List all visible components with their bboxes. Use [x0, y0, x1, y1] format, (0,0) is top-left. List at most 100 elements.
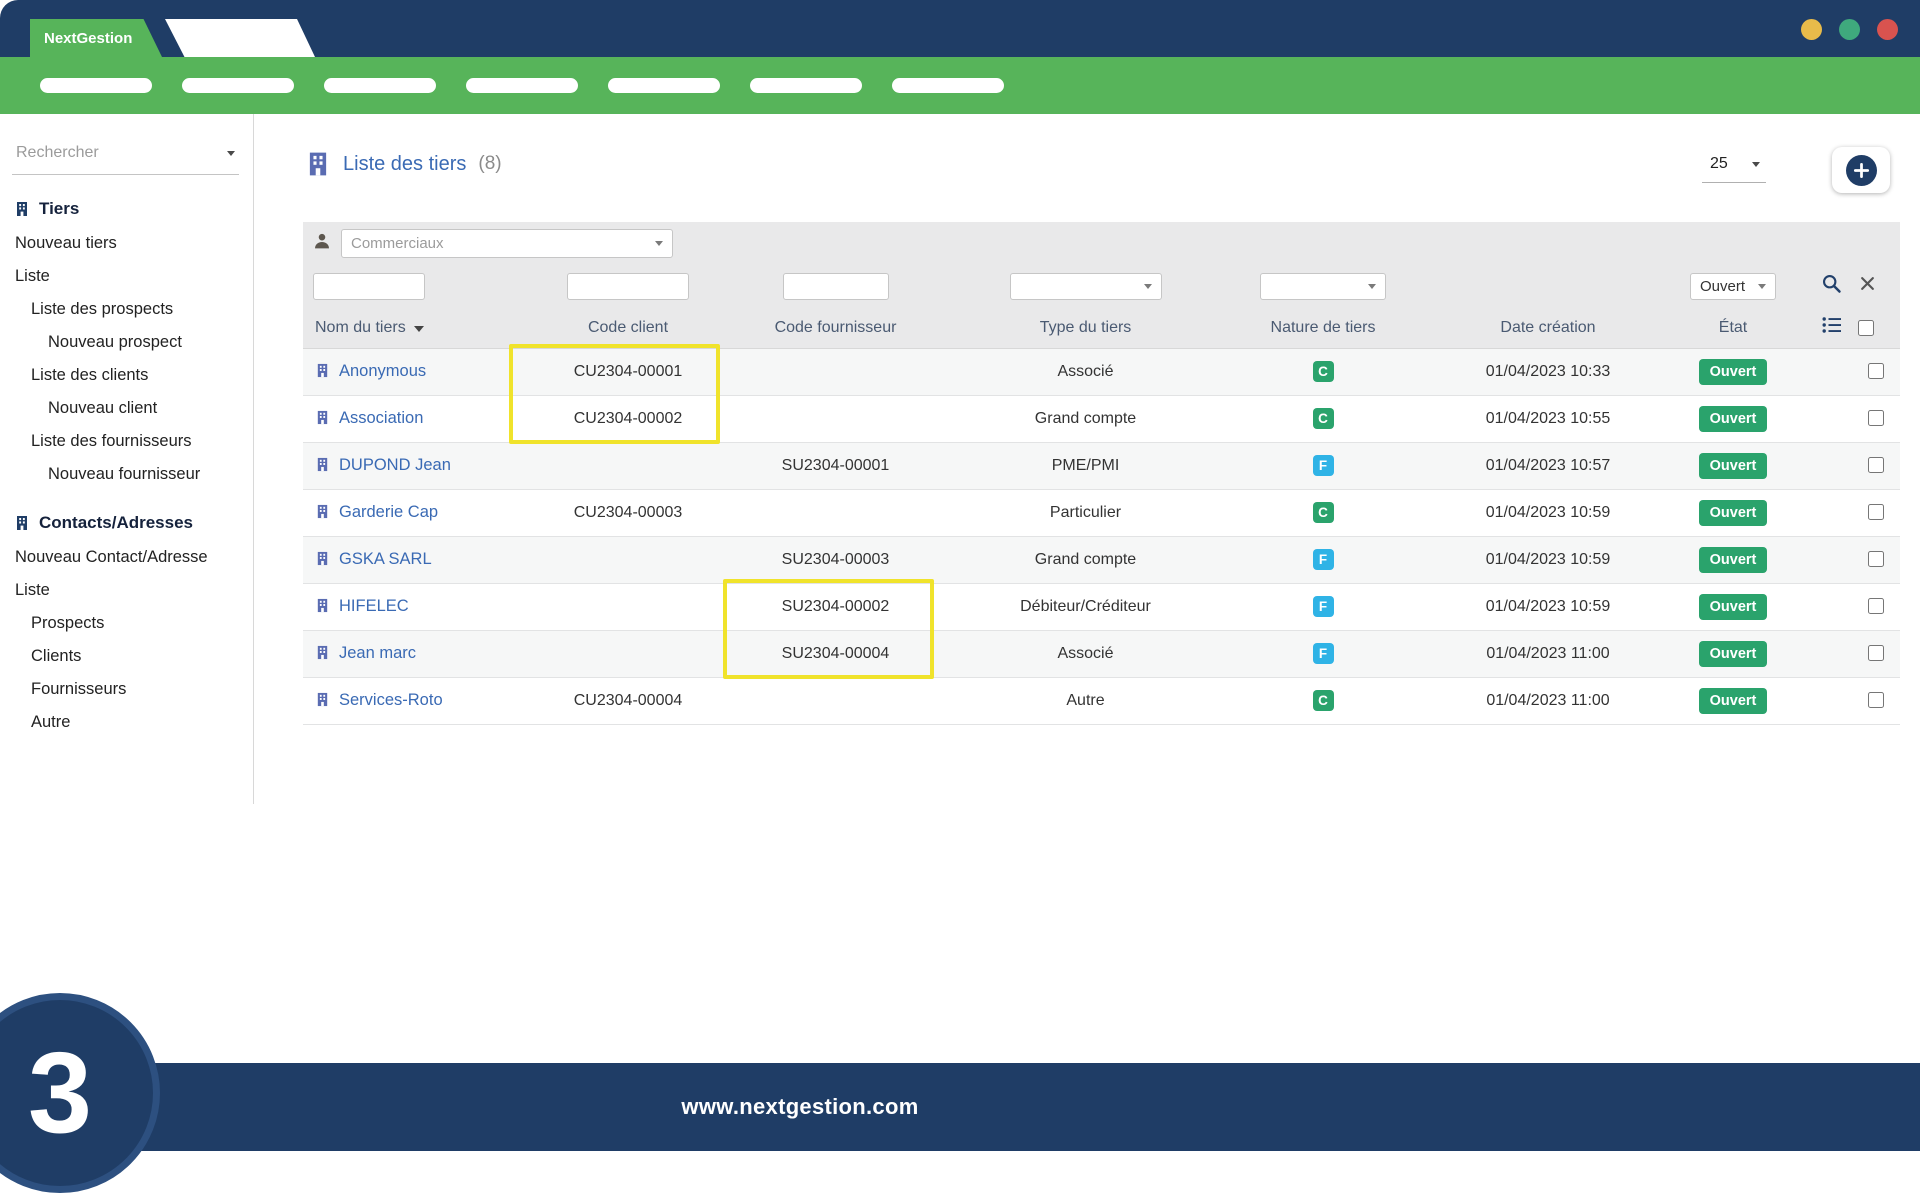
plus-icon [1845, 154, 1877, 186]
etat-badge: Ouvert [1698, 593, 1768, 620]
footer-url: www.nextgestion.com [681, 1094, 919, 1119]
col-header-date[interactable]: Date création [1428, 308, 1668, 349]
sidebar-item-liste-des-prospects[interactable]: Liste des prospects [0, 293, 253, 326]
col-header-nature[interactable]: Nature de tiers [1218, 308, 1428, 349]
sidebar-item-liste[interactable]: Liste [0, 260, 253, 293]
filter-nature-select[interactable] [1260, 272, 1386, 300]
sidebar-item-nouveau-client[interactable]: Nouveau client [0, 392, 253, 425]
sidebar-item-nouveau-contact-adresse[interactable]: Nouveau Contact/Adresse [0, 541, 253, 574]
etat-badge: Ouvert [1698, 687, 1768, 714]
search-icon[interactable] [1821, 273, 1842, 299]
tiers-name-link[interactable]: HIFELEC [339, 597, 409, 615]
commerciaux-select[interactable]: Commerciaux [341, 228, 673, 258]
col-label: Type du tiers [1039, 318, 1132, 336]
window-dot-green[interactable] [1839, 19, 1860, 40]
page-size-value: 25 [1710, 155, 1728, 172]
col-header-etat[interactable]: État [1668, 308, 1798, 349]
tiers-name-link[interactable]: Anonymous [339, 362, 426, 380]
clear-filters-icon[interactable] [1860, 276, 1875, 296]
page-title: Liste des tiers (8) [305, 151, 502, 177]
nav-pill[interactable] [750, 78, 862, 93]
window-dot-yellow[interactable] [1801, 19, 1822, 40]
brand-tab[interactable]: NextGestion [30, 19, 162, 57]
sidebar-item-liste-des-clients[interactable]: Liste des clients [0, 359, 253, 392]
cell-nom: GSKA SARL [303, 536, 538, 584]
sidebar-item-liste[interactable]: Liste [0, 574, 253, 607]
list-view-icon[interactable] [1822, 316, 1842, 339]
col-header-nom[interactable]: Nom du tiers [303, 308, 538, 349]
sidebar: Rechercher Tiers Nouveau tiers Liste Liste … [0, 114, 254, 804]
filter-etat-select[interactable]: Ouvert [1690, 272, 1776, 300]
nav-pill[interactable] [892, 78, 1004, 93]
cell-select [1798, 489, 1900, 537]
topbar: NextGestion [0, 0, 1920, 57]
cell-date: 01/04/2023 11:00 [1428, 677, 1668, 725]
page-size-select[interactable]: 25 [1702, 150, 1766, 183]
building-icon [315, 410, 330, 425]
sidebar-item-prospects[interactable]: Prospects [0, 607, 253, 640]
cell-code-client [538, 536, 718, 584]
sidebar-item-liste-des-fournisseurs[interactable]: Liste des fournisseurs [0, 425, 253, 458]
cell-nature: C [1218, 489, 1428, 537]
filter-code-fournisseur-input[interactable] [782, 272, 889, 300]
nav-pill[interactable] [182, 78, 294, 93]
filter-row-commerciaux: Commerciaux [303, 222, 1900, 264]
filter-nom-input[interactable] [313, 272, 425, 300]
cell-type: Associé [953, 348, 1218, 396]
col-label: Code client [587, 318, 669, 336]
cell-code-fournisseur: SU2304-00003 [718, 536, 953, 584]
filter-code-client-input[interactable] [567, 272, 689, 300]
sidebar-item-autre[interactable]: Autre [0, 706, 253, 739]
tiers-table: Commerciaux Ouvert Nom du tiers Code cli… [303, 222, 1900, 725]
row-checkbox[interactable] [1868, 692, 1884, 709]
filter-type-select[interactable] [1009, 272, 1162, 300]
sidebar-item-nouveau-tiers[interactable]: Nouveau tiers [0, 227, 253, 260]
col-header-type[interactable]: Type du tiers [953, 308, 1218, 349]
col-header-code-client[interactable]: Code client [538, 308, 718, 349]
col-header-code-fournisseur[interactable]: Code fournisseur [718, 308, 953, 349]
cell-date: 01/04/2023 10:55 [1428, 395, 1668, 443]
row-checkbox[interactable] [1868, 363, 1884, 380]
sidebar-item-nouveau-prospect[interactable]: Nouveau prospect [0, 326, 253, 359]
nav-pill[interactable] [324, 78, 436, 93]
cell-select [1798, 583, 1900, 631]
chevron-down-icon [655, 240, 663, 246]
nav-pill[interactable] [608, 78, 720, 93]
row-checkbox[interactable] [1868, 457, 1884, 474]
sidebar-search-input[interactable]: Rechercher [12, 136, 239, 175]
row-checkbox[interactable] [1868, 504, 1884, 521]
blank-tab[interactable] [165, 19, 315, 57]
nature-badge: F [1312, 455, 1334, 476]
table-row: Services-Roto CU2304-00004 Autre C 01/04/202… [303, 677, 1900, 725]
row-checkbox[interactable] [1868, 598, 1884, 615]
sidebar-item-nouveau-fournisseur[interactable]: Nouveau fournisseur [0, 458, 253, 491]
window-dots [1801, 19, 1898, 40]
etat-badge: Ouvert [1698, 499, 1768, 526]
nav-pill[interactable] [466, 78, 578, 93]
row-checkbox[interactable] [1868, 645, 1884, 662]
window-dot-red[interactable] [1877, 19, 1898, 40]
cell-code-client [538, 630, 718, 678]
tiers-name-link[interactable]: Association [339, 409, 423, 427]
tiers-name-link[interactable]: Services-Roto [339, 691, 443, 709]
tiers-name-link[interactable]: GSKA SARL [339, 550, 432, 568]
add-tiers-button[interactable] [1832, 147, 1890, 193]
building-icon [305, 151, 331, 177]
table-header-row: Nom du tiers Code client Code fournisseu… [303, 308, 1900, 349]
sidebar-section-label: Contacts/Adresses [39, 513, 194, 532]
tiers-name-link[interactable]: Jean marc [339, 644, 416, 662]
chevron-down-icon [1758, 283, 1766, 289]
row-checkbox[interactable] [1868, 551, 1884, 568]
row-checkbox[interactable] [1868, 410, 1884, 427]
building-icon [315, 598, 330, 613]
tiers-name-link[interactable]: DUPOND Jean [339, 456, 451, 474]
sidebar-item-clients[interactable]: Clients [0, 640, 253, 673]
sidebar-item-fournisseurs[interactable]: Fournisseurs [0, 673, 253, 706]
tiers-name-link[interactable]: Garderie Cap [339, 503, 438, 521]
select-all-checkbox[interactable] [1858, 319, 1875, 336]
cell-nom: Anonymous [303, 348, 538, 396]
nav-pill[interactable] [40, 78, 152, 93]
nature-badge: C [1312, 690, 1334, 711]
etat-badge: Ouvert [1698, 452, 1768, 479]
cell-nature: C [1218, 395, 1428, 443]
